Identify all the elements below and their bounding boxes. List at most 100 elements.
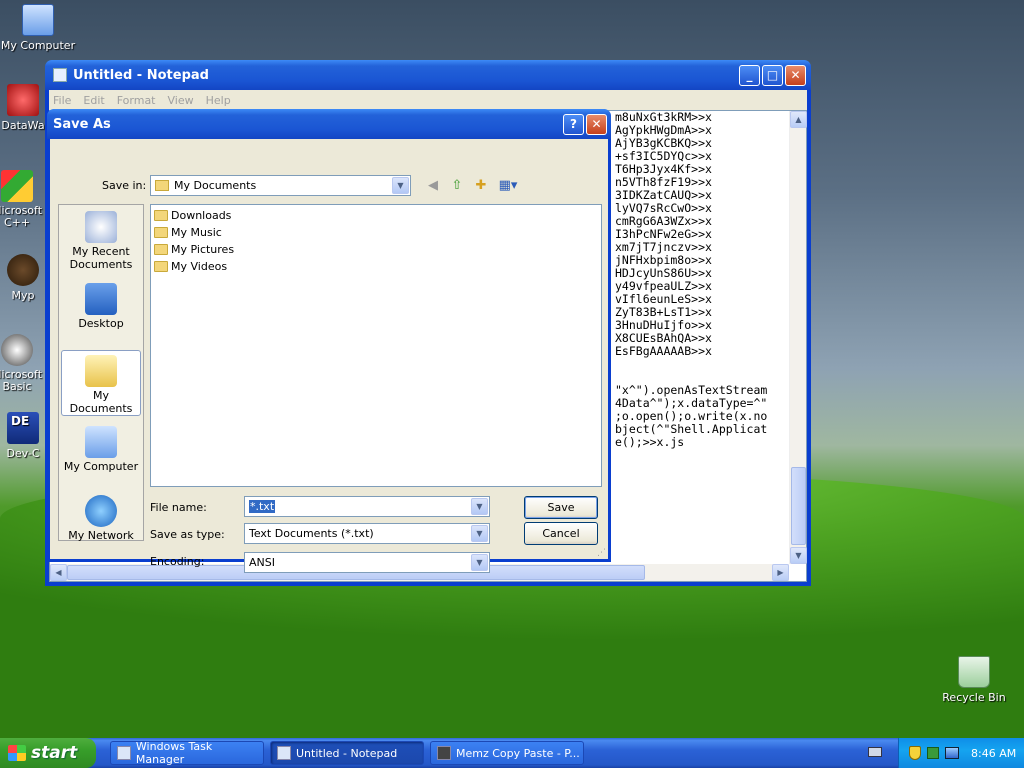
- file-name: Downloads: [171, 208, 232, 222]
- file-name-field[interactable]: *.txt ▼: [244, 496, 490, 517]
- close-icon: ✕: [591, 117, 602, 131]
- myp-icon: [7, 254, 39, 286]
- list-item[interactable]: My Videos: [154, 258, 227, 274]
- save-in-label: Save in:: [102, 179, 147, 192]
- taskbar-item-task-manager[interactable]: Windows Task Manager: [110, 740, 264, 766]
- file-name-value: *.txt: [249, 500, 276, 513]
- new-folder-icon[interactable]: ✚: [472, 176, 490, 194]
- recycle-bin-icon: [958, 656, 990, 688]
- file-list[interactable]: Downloads My Music My Pictures My Videos: [150, 204, 602, 487]
- memz-icon: [437, 746, 451, 760]
- pictures-folder-icon: [154, 243, 168, 255]
- menu-view[interactable]: View: [168, 94, 194, 107]
- save-as-type-dropdown[interactable]: Text Documents (*.txt) ▼: [244, 523, 490, 544]
- minimize-button[interactable]: _: [739, 64, 760, 86]
- minimize-icon: _: [746, 68, 753, 82]
- desktop-icon-label: My Computer: [0, 39, 76, 52]
- menu-file[interactable]: File: [53, 94, 71, 107]
- taskbar: start Windows Task Manager Untitled - No…: [0, 738, 1024, 768]
- videos-folder-icon: [154, 260, 168, 272]
- notepad-title: Untitled - Notepad: [73, 67, 209, 83]
- file-name: My Pictures: [171, 242, 235, 256]
- safely-remove-icon[interactable]: [927, 747, 939, 759]
- notepad-titlebar[interactable]: Untitled - Notepad _ □ ✕: [45, 60, 811, 90]
- keyboard-icon[interactable]: [868, 747, 882, 757]
- up-folder-icon[interactable]: ⇧: [448, 176, 466, 194]
- save-in-dropdown[interactable]: My Documents ▼: [150, 175, 411, 196]
- scroll-left-icon[interactable]: ◀: [50, 564, 67, 581]
- taskbar-item-memz[interactable]: Memz Copy Paste - P...: [430, 741, 584, 765]
- taskbar-item-label: Untitled - Notepad: [296, 746, 398, 760]
- place-recent-documents[interactable]: My Recent Documents: [61, 211, 141, 271]
- file-name: My Music: [171, 225, 222, 239]
- list-item[interactable]: My Music: [154, 224, 222, 240]
- start-button[interactable]: start: [0, 738, 96, 768]
- close-button[interactable]: ✕: [785, 64, 806, 86]
- my-computer-desktop-icon[interactable]: My Computer: [0, 4, 76, 52]
- vertical-scroll-thumb[interactable]: [791, 467, 806, 545]
- place-label: My Computer: [63, 460, 139, 473]
- dialog-close-button[interactable]: ✕: [586, 113, 607, 135]
- place-label: My Recent Documents: [69, 245, 133, 271]
- chevron-down-icon[interactable]: ▼: [471, 498, 488, 515]
- place-my-network[interactable]: My Network: [61, 495, 141, 542]
- encoding-dropdown[interactable]: ANSI ▼: [244, 552, 490, 573]
- notepad-icon: [277, 746, 291, 760]
- taskbar-item-label: Windows Task Manager: [135, 740, 213, 766]
- ms-basic-desktop-icon[interactable]: Microsoft Basic: [0, 334, 48, 393]
- save-as-type-value: Text Documents (*.txt): [249, 527, 374, 540]
- place-my-computer[interactable]: My Computer: [61, 426, 141, 473]
- list-item[interactable]: Downloads: [154, 207, 231, 223]
- datawarehouse-icon: [7, 84, 39, 116]
- dialog-body: Save in: My Documents ▼ ◀ ⇧ ✚ ▦▾ My Rece…: [50, 139, 608, 573]
- encoding-label: Encoding:: [150, 555, 205, 568]
- place-label: My Network: [68, 529, 134, 542]
- places-bar: My Recent Documents Desktop My Documents…: [58, 204, 144, 542]
- help-icon: ?: [570, 117, 577, 131]
- encoding-value: ANSI: [249, 556, 275, 569]
- scroll-down-icon[interactable]: ▼: [790, 547, 807, 564]
- place-label: Desktop: [78, 317, 124, 330]
- desktop-icon-label: Microsoft C++: [0, 204, 43, 229]
- task-manager-icon: [117, 746, 131, 760]
- desktop-icon-label: Dev-C: [6, 447, 40, 460]
- network-globe-icon: [85, 495, 117, 527]
- notepad-text: m8uNxGt3kRM>>x AgYpkHWgDmA>>x AjYB3gKCBK…: [615, 111, 768, 449]
- place-desktop[interactable]: Desktop: [61, 283, 141, 330]
- security-shield-icon[interactable]: [909, 746, 921, 760]
- views-menu-icon[interactable]: ▦▾: [496, 176, 520, 194]
- taskbar-item-notepad[interactable]: Untitled - Notepad: [270, 741, 424, 765]
- chevron-down-icon: ▼: [392, 177, 409, 194]
- menu-edit[interactable]: Edit: [83, 94, 104, 107]
- back-icon[interactable]: ◀: [424, 176, 442, 194]
- list-item[interactable]: My Pictures: [154, 241, 234, 257]
- desktop-icon-label: Microsoft Basic: [0, 368, 43, 393]
- ms-cpp-desktop-icon[interactable]: Microsoft C++: [0, 170, 48, 229]
- computer-icon: [22, 4, 54, 36]
- scroll-right-icon[interactable]: ▶: [772, 564, 789, 581]
- folder-icon: [155, 180, 169, 191]
- cancel-button[interactable]: Cancel: [524, 522, 598, 545]
- desktop-icon-label: Myp: [11, 289, 35, 302]
- chevron-down-icon: ▼: [471, 525, 488, 542]
- help-button[interactable]: ?: [563, 113, 584, 135]
- chevron-down-icon: ▼: [471, 554, 488, 571]
- scroll-up-icon[interactable]: ▲: [790, 111, 807, 128]
- clock[interactable]: 8:46 AM: [971, 747, 1016, 760]
- maximize-button[interactable]: □: [762, 64, 783, 86]
- network-icon[interactable]: [945, 747, 959, 759]
- visual-cpp-icon: [1, 170, 33, 202]
- place-my-documents[interactable]: My Documents: [61, 350, 141, 416]
- save-as-type-label: Save as type:: [150, 528, 225, 541]
- desktop-icon-label: DataWa: [1, 119, 45, 132]
- place-label: My Documents: [69, 389, 133, 415]
- dev-cpp-icon: DE: [7, 412, 39, 444]
- recycle-bin-desktop-icon[interactable]: Recycle Bin: [936, 656, 1012, 704]
- menu-format[interactable]: Format: [117, 94, 156, 107]
- folder-icon: [154, 209, 168, 221]
- save-as-titlebar[interactable]: Save As ? ✕: [47, 109, 611, 139]
- resize-grip-icon[interactable]: ⋰: [597, 548, 606, 558]
- vertical-scrollbar[interactable]: ▲ ▼: [789, 111, 807, 564]
- save-button[interactable]: Save: [524, 496, 598, 519]
- menu-help[interactable]: Help: [206, 94, 231, 107]
